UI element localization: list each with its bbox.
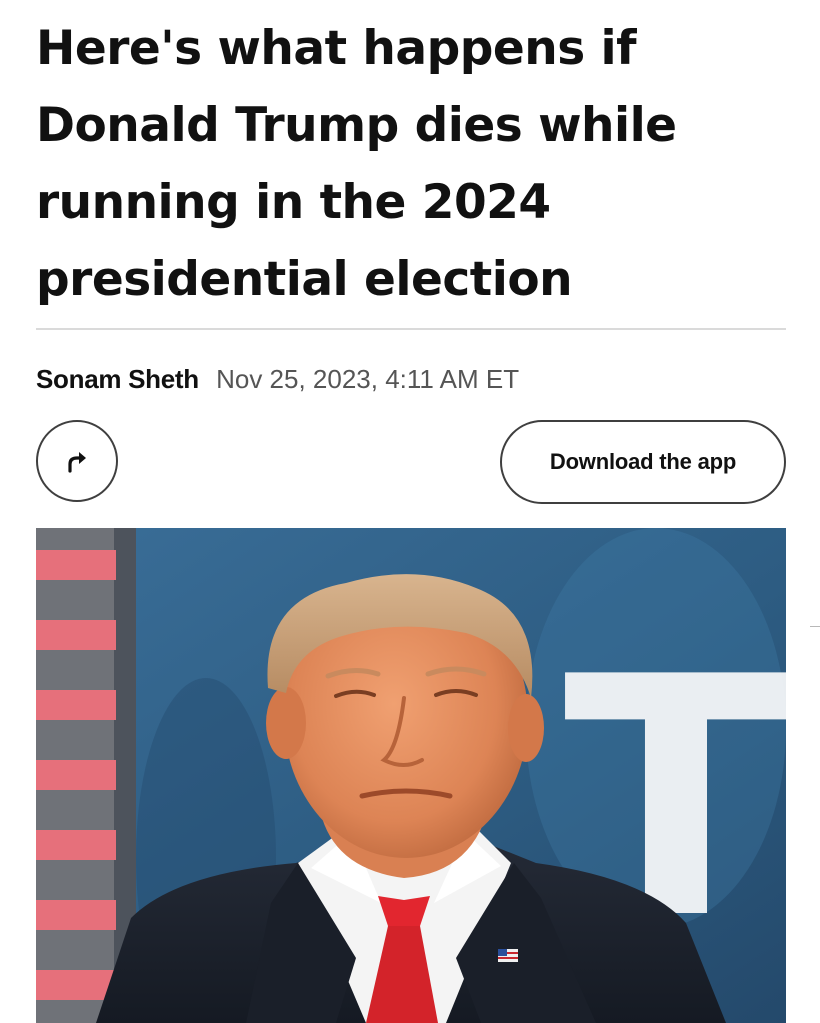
article-headline: Here's what happens if Donald Trump dies… [36,10,776,318]
share-arrow-icon [68,452,86,473]
byline: Sonam Sheth Nov 25, 2023, 4:11 AM ET [36,362,519,396]
headline-line: Here's what happens if [36,21,637,76]
download-app-button[interactable]: Download the app [500,420,786,504]
headline-line: Donald Trump dies while [36,98,677,153]
headline-line: running in the 2024 [36,175,551,230]
headline-divider [36,328,786,330]
article-photo: T [36,528,786,1023]
headline-line: presidential election [36,252,573,307]
share-button[interactable] [36,420,118,502]
edge-mark [810,626,820,627]
publish-date: Nov 25, 2023, 4:11 AM ET [216,364,520,394]
author-name[interactable]: Sonam Sheth [36,364,199,394]
